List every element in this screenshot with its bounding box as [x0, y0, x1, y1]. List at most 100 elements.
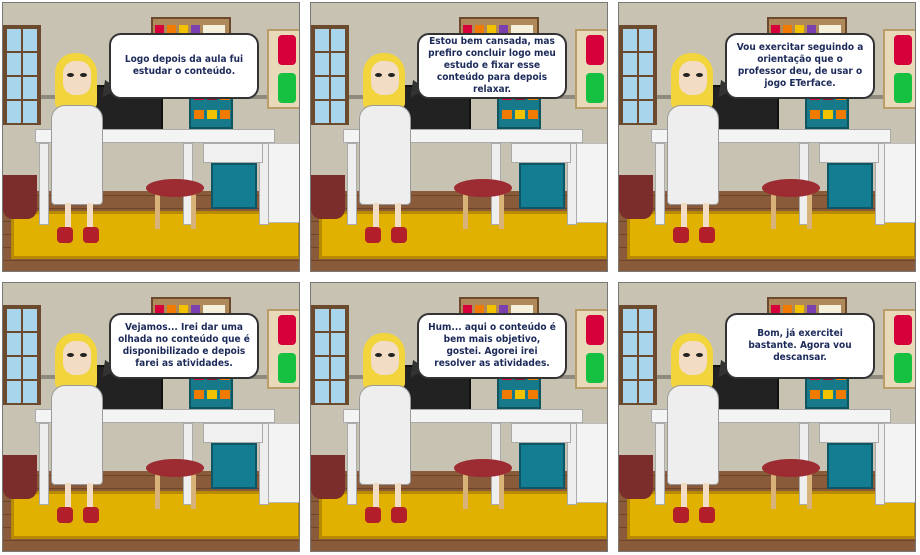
drawer-unit: [268, 423, 299, 503]
stool-leg: [807, 473, 812, 509]
window: [311, 305, 349, 405]
stool-leg: [499, 193, 504, 229]
girl-dress: [359, 105, 411, 205]
girl-leg: [65, 203, 71, 229]
desk-drawer: [819, 143, 879, 163]
girl-shoe: [83, 227, 99, 243]
girl-eye: [375, 353, 382, 357]
girl-shoe: [365, 227, 381, 243]
girl-eye: [696, 353, 703, 357]
girl-shoe: [673, 227, 689, 243]
girl-eye: [67, 353, 74, 357]
girl-leg: [395, 483, 401, 509]
desk-leg: [347, 143, 357, 225]
girl-leg: [87, 483, 93, 509]
drawer-unit: [884, 423, 915, 503]
red-jar: [894, 315, 912, 345]
desk-leg: [39, 143, 49, 225]
red-stool: [146, 179, 204, 197]
red-jar: [586, 35, 604, 65]
girl-face: [63, 61, 91, 95]
plant-pot: [3, 455, 37, 499]
red-stool: [146, 459, 204, 477]
girl-shoe: [391, 227, 407, 243]
green-jar: [894, 73, 912, 103]
speech-bubble: Vejamos... Irei dar uma olhada no conteú…: [109, 313, 259, 379]
desk-drawer: [511, 423, 571, 443]
red-stool: [454, 179, 512, 197]
stool-leg: [807, 193, 812, 229]
window: [619, 25, 657, 125]
teal-storage-box: [519, 443, 565, 489]
comic-panel-3: Vou exercitar seguindo a orientação que …: [618, 2, 916, 272]
girl-dress: [51, 385, 103, 485]
red-jar: [586, 315, 604, 345]
desk-drawer: [203, 423, 263, 443]
girl-shoe: [699, 507, 715, 523]
stool-leg: [191, 193, 196, 229]
desk-drawer: [819, 423, 879, 443]
green-jar: [278, 73, 296, 103]
drawer-unit: [884, 143, 915, 223]
girl-dress: [667, 385, 719, 485]
girl-eye: [388, 73, 395, 77]
stool-leg: [499, 473, 504, 509]
girl-leg: [65, 483, 71, 509]
red-jar: [894, 35, 912, 65]
girl-dress: [359, 385, 411, 485]
girl-leg: [395, 203, 401, 229]
girl-leg: [703, 203, 709, 229]
comic-panel-6: Bom, já exercitei bastante. Agora vou de…: [618, 282, 916, 552]
green-jar: [586, 73, 604, 103]
teal-storage-box: [211, 163, 257, 209]
comic-panel-4: Vejamos... Irei dar uma olhada no conteú…: [2, 282, 300, 552]
plant-pot: [311, 455, 345, 499]
speech-bubble: Estou bem cansada, mas prefiro concluir …: [417, 33, 567, 99]
girl-shoe: [57, 507, 73, 523]
girl-shoe: [365, 507, 381, 523]
comic-panel-1: Logo depois da aula fui estudar o conteú…: [2, 2, 300, 272]
red-stool: [762, 179, 820, 197]
plant-pot: [619, 455, 653, 499]
girl-face: [679, 341, 707, 375]
teal-storage-box: [211, 443, 257, 489]
stool-leg: [463, 193, 468, 229]
girl-shoe: [57, 227, 73, 243]
red-jar: [278, 35, 296, 65]
desk-leg: [655, 423, 665, 505]
stool-leg: [771, 193, 776, 229]
speech-bubble: Vou exercitar seguindo a orientação que …: [725, 33, 875, 99]
green-jar: [586, 353, 604, 383]
girl-eye: [696, 73, 703, 77]
girl-dress: [51, 105, 103, 205]
stool-leg: [191, 473, 196, 509]
girl-eye: [388, 353, 395, 357]
drawer-unit: [268, 143, 299, 223]
drawer-unit: [576, 143, 607, 223]
comic-panel-2: Estou bem cansada, mas prefiro concluir …: [310, 2, 608, 272]
desk-leg: [655, 143, 665, 225]
teal-storage-box: [827, 163, 873, 209]
girl-eye: [375, 73, 382, 77]
window: [619, 305, 657, 405]
girl-face: [63, 341, 91, 375]
teal-storage-box: [827, 443, 873, 489]
girl-shoe: [83, 507, 99, 523]
window: [311, 25, 349, 125]
girl-shoe: [391, 507, 407, 523]
girl-eye: [80, 353, 87, 357]
green-jar: [278, 353, 296, 383]
girl-eye: [67, 73, 74, 77]
girl-eye: [683, 353, 690, 357]
girl-face: [371, 61, 399, 95]
girl-eye: [80, 73, 87, 77]
stool-leg: [463, 473, 468, 509]
stool-leg: [155, 473, 160, 509]
girl-leg: [373, 483, 379, 509]
red-jar: [278, 315, 296, 345]
girl-leg: [373, 203, 379, 229]
desk-leg: [347, 423, 357, 505]
red-stool: [454, 459, 512, 477]
girl-face: [679, 61, 707, 95]
window: [3, 25, 41, 125]
